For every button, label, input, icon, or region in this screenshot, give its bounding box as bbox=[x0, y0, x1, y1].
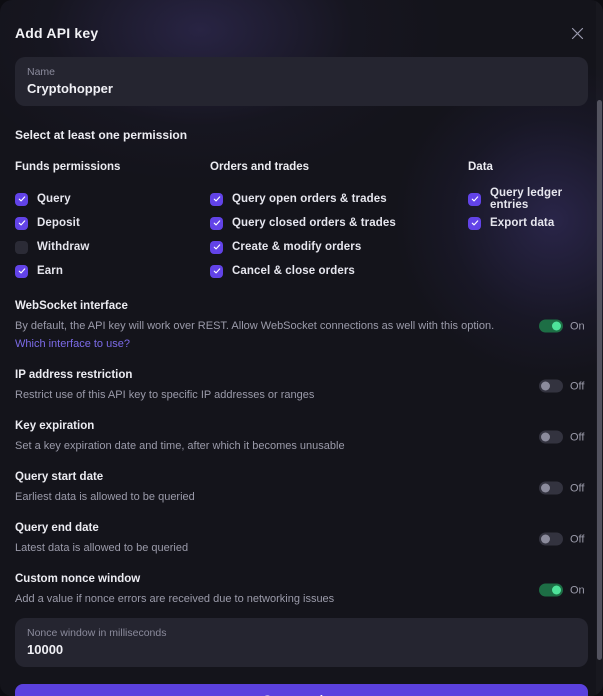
permission-item-query-closed-orders[interactable]: Query closed orders & trades bbox=[210, 211, 468, 235]
permission-item-export-data[interactable]: Export data bbox=[468, 211, 588, 235]
permission-label: Query open orders & trades bbox=[232, 193, 387, 205]
permission-label: Create & modify orders bbox=[232, 241, 362, 253]
toggle-websocket-interface[interactable] bbox=[539, 319, 563, 333]
option-toggle-wrap: Off bbox=[539, 481, 588, 495]
permission-item-query[interactable]: Query bbox=[15, 187, 210, 211]
option-toggle-wrap: Off bbox=[539, 379, 588, 393]
toggle-key-expiration[interactable] bbox=[539, 430, 563, 444]
option-title: WebSocket interface bbox=[15, 300, 128, 312]
toggle-state-label: Off bbox=[570, 482, 585, 494]
option-websocket-interface: WebSocket interface By default, the API … bbox=[15, 300, 588, 352]
permission-item-query-open-orders[interactable]: Query open orders & trades bbox=[210, 187, 468, 211]
toggle-knob bbox=[552, 321, 561, 331]
option-toggle-wrap: Off bbox=[539, 532, 588, 546]
permission-item-create-modify-orders[interactable]: Create & modify orders bbox=[210, 235, 468, 259]
option-toggle-wrap: On bbox=[539, 319, 588, 333]
name-field-label: Name bbox=[27, 66, 56, 78]
checkbox-unchecked-icon[interactable] bbox=[15, 240, 28, 254]
toggle-custom-nonce-window[interactable] bbox=[539, 583, 563, 597]
toggle-state-label: On bbox=[570, 320, 585, 332]
option-title: Key expiration bbox=[15, 420, 95, 432]
toggle-knob bbox=[541, 483, 550, 493]
option-description: Latest data is allowed to be queried bbox=[15, 542, 189, 554]
option-title: IP address restriction bbox=[15, 369, 133, 381]
option-query-end-date: Query end date Latest data is allowed to… bbox=[15, 522, 588, 556]
close-icon[interactable] bbox=[566, 22, 588, 44]
permission-label: Query ledger entries bbox=[490, 187, 563, 211]
toggle-query-end-date[interactable] bbox=[539, 532, 563, 546]
permission-label: Withdraw bbox=[37, 241, 90, 253]
option-title: Query start date bbox=[15, 471, 104, 483]
checkbox-checked-icon[interactable] bbox=[210, 240, 223, 254]
permission-column-data: Data Query ledger entries Export data bbox=[468, 161, 588, 283]
dialog-content: Add API key Name Cryptohopper Select at … bbox=[0, 0, 603, 696]
name-field[interactable]: Name Cryptohopper bbox=[15, 57, 588, 106]
option-toggle-wrap: On bbox=[539, 583, 588, 597]
option-title: Custom nonce window bbox=[15, 573, 141, 585]
permission-column-title: Data bbox=[468, 161, 493, 173]
add-api-key-dialog: Add API key Name Cryptohopper Select at … bbox=[0, 0, 603, 696]
option-ip-address-restriction: IP address restriction Restrict use of t… bbox=[15, 369, 588, 403]
permission-label: Query bbox=[37, 193, 71, 205]
option-query-start-date: Query start date Earliest data is allowe… bbox=[15, 471, 588, 505]
permission-label: Query closed orders & trades bbox=[232, 217, 396, 229]
permission-column-title: Orders and trades bbox=[210, 161, 310, 173]
which-interface-link[interactable]: Which interface to use? bbox=[15, 338, 130, 350]
permission-label: Deposit bbox=[37, 217, 80, 229]
permission-column-title: Funds permissions bbox=[15, 161, 121, 173]
toggle-state-label: Off bbox=[570, 533, 585, 545]
toggle-state-label: On bbox=[570, 584, 585, 596]
option-description: Add a value if nonce errors are received… bbox=[15, 593, 335, 605]
permission-label: Cancel & close orders bbox=[232, 265, 355, 277]
checkbox-checked-icon[interactable] bbox=[15, 192, 28, 206]
checkbox-checked-icon[interactable] bbox=[210, 264, 223, 278]
permission-item-query-ledger-entries[interactable]: Query ledger entries bbox=[468, 187, 588, 211]
permission-column-orders: Orders and trades Query open orders & tr… bbox=[210, 161, 468, 283]
option-title: Query end date bbox=[15, 522, 99, 534]
permission-label: Earn bbox=[37, 265, 63, 277]
option-description: Restrict use of this API key to specific… bbox=[15, 389, 315, 401]
checkbox-checked-icon[interactable] bbox=[15, 264, 28, 278]
toggle-knob bbox=[541, 381, 550, 391]
option-description: Earliest data is allowed to be queried bbox=[15, 491, 195, 503]
option-description: Set a key expiration date and time, afte… bbox=[15, 440, 345, 452]
checkbox-checked-icon[interactable] bbox=[468, 192, 481, 206]
checkbox-checked-icon[interactable] bbox=[468, 216, 481, 230]
checkbox-checked-icon[interactable] bbox=[210, 216, 223, 230]
nonce-window-input[interactable]: 10000 bbox=[27, 641, 576, 658]
toggle-state-label: Off bbox=[570, 431, 585, 443]
nonce-window-label: Nonce window in milliseconds bbox=[27, 627, 167, 639]
toggle-query-start-date[interactable] bbox=[539, 481, 563, 495]
dialog-header: Add API key bbox=[15, 0, 588, 52]
permission-item-cancel-close-orders[interactable]: Cancel & close orders bbox=[210, 259, 468, 283]
permission-label: Export data bbox=[490, 217, 555, 229]
checkbox-checked-icon[interactable] bbox=[15, 216, 28, 230]
checkbox-checked-icon[interactable] bbox=[210, 192, 223, 206]
name-input[interactable]: Cryptohopper bbox=[27, 80, 576, 97]
generate-key-button[interactable]: Generate key bbox=[15, 684, 588, 696]
nonce-window-field[interactable]: Nonce window in milliseconds 10000 bbox=[15, 618, 588, 667]
permission-item-earn[interactable]: Earn bbox=[15, 259, 210, 283]
option-description: By default, the API key will work over R… bbox=[15, 320, 495, 332]
option-key-expiration: Key expiration Set a key expiration date… bbox=[15, 420, 588, 454]
toggle-knob bbox=[541, 432, 550, 442]
permissions-grid: Funds permissions Query Deposit Withdraw bbox=[15, 161, 588, 283]
toggle-ip-address-restriction[interactable] bbox=[539, 379, 563, 393]
toggle-state-label: Off bbox=[570, 380, 585, 392]
permission-item-deposit[interactable]: Deposit bbox=[15, 211, 210, 235]
permission-column-funds: Funds permissions Query Deposit Withdraw bbox=[15, 161, 210, 283]
toggle-knob bbox=[541, 534, 550, 544]
permissions-heading: Select at least one permission bbox=[15, 128, 188, 142]
permission-item-withdraw[interactable]: Withdraw bbox=[15, 235, 210, 259]
page-title: Add API key bbox=[15, 25, 99, 41]
scrollbar-thumb[interactable] bbox=[597, 100, 602, 660]
option-custom-nonce-window: Custom nonce window Add a value if nonce… bbox=[15, 573, 588, 607]
toggle-knob bbox=[552, 585, 561, 595]
option-toggle-wrap: Off bbox=[539, 430, 588, 444]
